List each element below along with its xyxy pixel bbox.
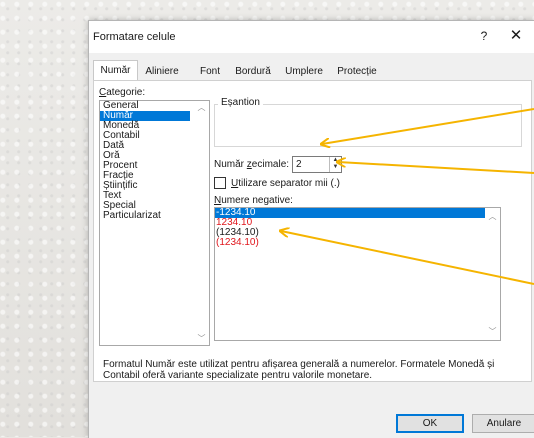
tab-font[interactable]: Font (195, 62, 225, 81)
thousands-separator-label[interactable]: Utilizare separator mii (.) (231, 178, 340, 189)
cancel-button[interactable]: Anulare (472, 414, 534, 433)
format-cells-dialog: Formatare celule ? ✕ Număr Aliniere Font… (88, 20, 534, 438)
spin-up-icon[interactable]: ▲ (330, 157, 341, 164)
thousands-separator-checkbox[interactable] (214, 177, 226, 189)
format-description: Formatul Număr este utilizat pentru afiș… (103, 359, 495, 381)
dialog-title: Formatare celule (93, 31, 176, 43)
decimals-label: Număr zecimale: (214, 159, 290, 170)
tab-umplere[interactable]: Umplere (281, 62, 327, 81)
scroll-down-icon[interactable]: ﹀ (197, 334, 206, 343)
negative-numbers-label: Numere negative: (214, 195, 293, 206)
negative-scrollbar[interactable]: ︿ ﹀ (485, 208, 500, 340)
tab-bordura[interactable]: Bordură (231, 62, 275, 81)
category-items: General Număr Monedă Contabil Dată Oră Procent… (100, 101, 209, 221)
tab-aliniere[interactable]: Aliniere (137, 62, 187, 81)
tab-numar[interactable]: Număr (93, 60, 138, 81)
decimals-value[interactable]: 2 (296, 159, 302, 170)
scroll-up-icon[interactable]: ︿ (197, 103, 206, 112)
category-label-rest: ategorie: (106, 87, 146, 98)
negative-format-item[interactable]: -1234.10 (215, 208, 490, 218)
spin-down-icon[interactable]: ▼ (330, 164, 341, 171)
negative-items: -1234.10 1234.10 (1234.10) (1234.10) (215, 208, 500, 248)
negative-format-item[interactable]: (1234.10) (215, 238, 490, 248)
tab-protectie[interactable]: Protecție (330, 62, 384, 81)
title-bar: Formatare celule ? ✕ (89, 21, 534, 53)
tab-page-numar: Categorie: General Număr Monedă Contabil Dat… (93, 80, 532, 382)
ok-button[interactable]: OK (396, 414, 464, 433)
decimals-spinner[interactable]: 2 ▲ ▼ (292, 156, 342, 173)
scroll-up-icon[interactable]: ︿ (488, 212, 497, 221)
negative-numbers-list[interactable]: -1234.10 1234.10 (1234.10) (1234.10) ︿ ﹀ (214, 207, 501, 341)
sample-group: Eșantion (214, 97, 522, 147)
spinner-buttons: ▲ ▼ (329, 157, 341, 172)
category-label: Categorie: (99, 87, 145, 98)
category-scrollbar[interactable]: ︿ ﹀ (194, 101, 209, 345)
sample-label: Eșantion (218, 97, 263, 108)
scroll-down-icon[interactable]: ﹀ (488, 327, 497, 336)
category-item[interactable]: Particularizat (100, 211, 209, 221)
close-button[interactable]: ✕ (507, 26, 525, 44)
category-list[interactable]: General Număr Monedă Contabil Dată Oră Procent… (99, 100, 210, 346)
help-button[interactable]: ? (477, 29, 491, 43)
